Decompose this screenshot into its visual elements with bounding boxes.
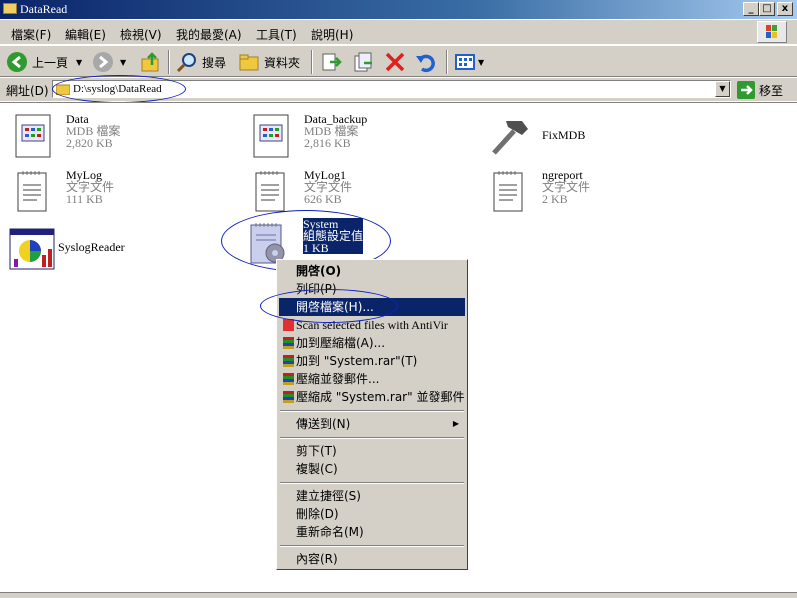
go-label: 移至 (759, 83, 784, 98)
go-arrow-icon (737, 81, 755, 99)
submenu-arrow-icon: ▶ (452, 419, 459, 428)
file-item-data-backup[interactable]: Data_backup MDB 檔案 2,816 KB (250, 113, 367, 161)
mdb-file-icon (12, 113, 60, 161)
menu-item-compress-system-email[interactable]: 壓縮成 "System.rar" 並發郵件 (279, 388, 465, 406)
menu-item-compress-system-email-label: 壓縮成 "System.rar" 並發郵件 (296, 390, 465, 404)
file-size: 626 KB (304, 192, 342, 206)
go-button[interactable]: 移至 (737, 81, 783, 99)
address-bar: 網址(D) D:\syslog\DataRead ▼ 移至 (0, 75, 797, 103)
menu-bar: 檔案(F) 編輯(E) 檢視(V) 我的最愛(A) 工具(T) 說明(H) (0, 20, 797, 44)
file-item-ngreport[interactable]: ngreport 文字文件 2 KB (488, 169, 590, 217)
file-size: 2 KB (542, 192, 568, 206)
menu-file[interactable]: 檔案(F) (11, 26, 51, 43)
maximize-button[interactable]: □ (759, 2, 775, 16)
views-grid-icon (455, 54, 475, 70)
file-size: 2,820 KB (66, 136, 113, 150)
back-button[interactable]: 上一頁 ▼ (6, 50, 82, 74)
close-button[interactable]: x (777, 2, 793, 16)
menu-edit[interactable]: 編輯(E) (65, 26, 106, 43)
winrar-icon (283, 391, 294, 403)
chevron-down-icon: ▼ (76, 57, 83, 67)
menu-item-cut[interactable]: 剪下(T) (279, 442, 465, 460)
move-to-button[interactable] (320, 50, 342, 74)
file-item-syslogreader[interactable]: SyslogReader (8, 225, 125, 273)
search-button[interactable]: 搜尋 (176, 50, 226, 74)
menu-divider (280, 482, 464, 484)
menu-item-compress-email[interactable]: 壓縮並發郵件... (279, 370, 465, 388)
menu-divider (280, 437, 464, 439)
menu-item-add-system-rar-label: 加到 "System.rar"(T) (296, 354, 418, 368)
delete-button[interactable] (384, 50, 406, 74)
menu-help[interactable]: 說明(H) (311, 26, 353, 43)
chart-app-icon (8, 225, 56, 273)
undo-button[interactable] (414, 50, 436, 74)
menu-item-compress-email-label: 壓縮並發郵件... (296, 372, 380, 386)
search-icon (176, 53, 196, 73)
antivir-icon (283, 319, 294, 331)
text-file-icon (12, 169, 60, 217)
undo-icon (416, 54, 435, 73)
address-label: 網址(D) (6, 84, 49, 98)
chevron-down-icon: ▼ (120, 57, 127, 67)
menu-item-add-archive-label: 加到壓縮檔(A)... (296, 336, 386, 350)
menu-view[interactable]: 檢視(V) (120, 26, 162, 43)
annotation-ring (260, 289, 398, 323)
copy-to-button[interactable] (352, 50, 374, 74)
hammer-icon (488, 113, 536, 161)
copy-to-icon (354, 52, 372, 72)
file-name: SyslogReader (58, 240, 125, 254)
menu-item-delete[interactable]: 刪除(D) (279, 505, 465, 523)
file-item-mylog[interactable]: MyLog 文字文件 111 KB (12, 169, 114, 217)
delete-x-icon (385, 52, 405, 72)
up-folder-button[interactable] (140, 50, 162, 74)
file-item-fixmdb[interactable]: FixMDB (488, 113, 585, 161)
menu-item-create-shortcut[interactable]: 建立捷徑(S) (279, 487, 465, 505)
address-dropdown-button[interactable]: ▼ (715, 81, 730, 97)
menu-item-send-to[interactable]: 傳送到(N) ▶ (279, 415, 465, 433)
search-label: 搜尋 (202, 55, 227, 70)
window-title: DataRead (20, 2, 68, 16)
folders-label: 資料夾 (264, 55, 301, 70)
chevron-down-icon: ▼ (478, 57, 485, 67)
winrar-icon (283, 355, 294, 367)
menu-item-open[interactable]: 開啓(O) (279, 262, 465, 280)
menu-divider (280, 410, 464, 412)
winrar-icon (283, 373, 294, 385)
status-bar (0, 592, 797, 598)
file-size: 2,816 KB (304, 136, 351, 150)
file-name: FixMDB (542, 128, 586, 142)
menu-tools[interactable]: 工具(T) (256, 26, 297, 43)
annotation-ring (52, 75, 186, 103)
folders-icon (239, 54, 259, 71)
menu-item-add-system-rar[interactable]: 加到 "System.rar"(T) (279, 352, 465, 370)
views-button[interactable]: ▼ (454, 50, 484, 74)
menu-item-rename[interactable]: 重新命名(M) (279, 523, 465, 541)
file-size: 111 KB (66, 192, 103, 206)
back-label: 上一頁 (32, 55, 69, 70)
move-to-icon (322, 53, 342, 71)
winrar-icon (283, 337, 294, 349)
menu-item-copy[interactable]: 複製(C) (279, 460, 465, 478)
menu-favorites[interactable]: 我的最愛(A) (176, 26, 242, 43)
forward-arrow-icon (93, 52, 113, 72)
up-folder-icon (141, 52, 159, 72)
mdb-file-icon (250, 113, 298, 161)
minimize-button[interactable]: _ (743, 2, 759, 16)
text-file-icon (488, 169, 536, 217)
folders-button[interactable]: 資料夾 (238, 50, 300, 74)
menu-divider (280, 545, 464, 547)
toolbar: 上一頁 ▼ ▼ 搜尋 資料夾 ▼ (0, 45, 797, 77)
title-bar: DataRead _ □ x (0, 0, 797, 19)
forward-button[interactable]: ▼ (92, 50, 126, 74)
folder-icon (3, 3, 17, 14)
menu-item-add-archive[interactable]: 加到壓縮檔(A)... (279, 334, 465, 352)
windows-logo-icon (757, 21, 787, 43)
file-item-data[interactable]: Data MDB 檔案 2,820 KB (12, 113, 120, 161)
menu-item-properties[interactable]: 內容(R) (279, 550, 465, 568)
menu-item-send-to-label: 傳送到(N) (296, 417, 351, 431)
back-arrow-icon (7, 52, 27, 72)
